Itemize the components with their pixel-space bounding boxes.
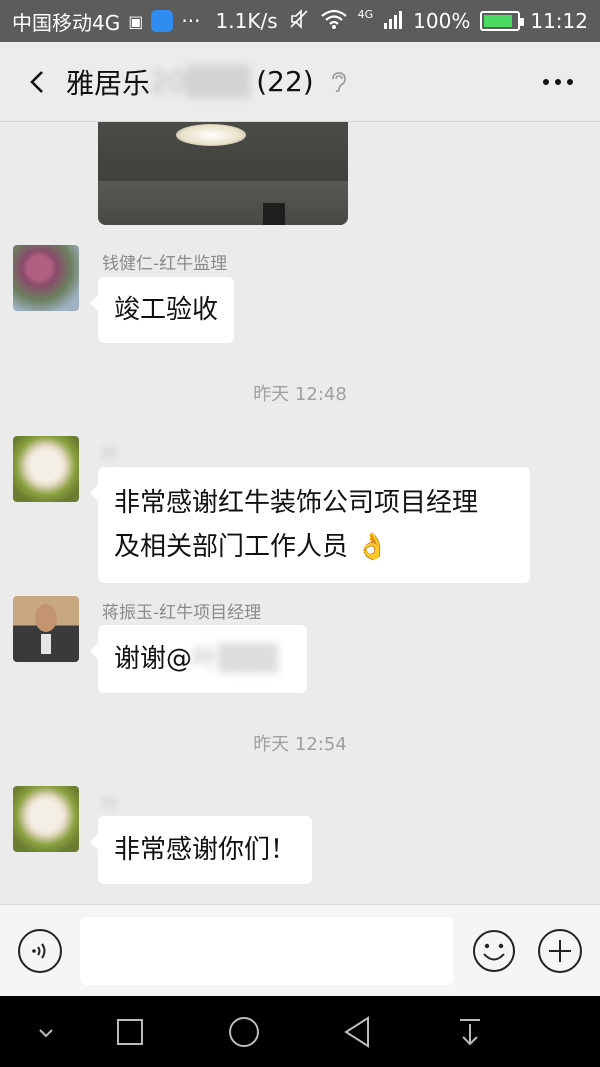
system-nav-bar <box>0 996 600 1067</box>
chat-header: 雅居乐 20▒▒▒ (22) <box>0 42 600 122</box>
signal-icon <box>383 9 403 34</box>
avatar[interactable] <box>13 436 79 502</box>
message-line: 非常感谢红牛装饰公司项目经理 <box>114 488 479 518</box>
image-message[interactable] <box>98 122 348 225</box>
message-bubble[interactable]: 非常感谢红牛装饰公司项目经理 及相关部门工作人员 👌 <box>90 467 530 583</box>
clock-time: 11:12 <box>530 9 588 33</box>
member-count: (22) <box>256 65 314 98</box>
message-bubble[interactable]: 非常感谢你们！ <box>89 816 313 884</box>
plus-icon[interactable] <box>538 929 582 973</box>
message-bubble[interactable]: 竣工验收 <box>89 277 235 343</box>
network-type-label: 4G <box>357 7 374 21</box>
chat-messages: 钱健仁-红牛监理 竣工验收 昨天 12:48 叶 非常感谢红牛装饰公司项目经理 … <box>0 122 600 904</box>
battery-icon <box>480 11 525 31</box>
chevron-down-icon[interactable] <box>28 1014 64 1050</box>
chat-title: 雅居乐 <box>66 66 151 100</box>
mute-icon <box>288 8 310 35</box>
ear-icon <box>331 71 346 92</box>
photo-door <box>263 203 285 225</box>
chat-title-blurred: 20▒▒▒ <box>150 65 251 98</box>
more-icon[interactable] <box>534 62 582 102</box>
pull-down-icon[interactable] <box>452 1014 488 1050</box>
more-notifications-icon: ··· <box>181 9 201 33</box>
avatar[interactable] <box>13 245 79 311</box>
ok-hand-emoji-icon: 👌 <box>356 532 389 562</box>
message-bubble[interactable]: 谢谢@叶▒▒▒ <box>90 625 307 693</box>
sender-name: 叶 <box>102 445 119 465</box>
input-bar <box>0 904 600 996</box>
avatar[interactable] <box>13 596 79 662</box>
message-input[interactable] <box>80 917 453 985</box>
sender-name: 钱健仁-红牛监理 <box>102 254 228 274</box>
time-divider: 昨天 12:54 <box>253 734 347 755</box>
circle-icon[interactable] <box>226 1014 262 1050</box>
network-speed: 1.1K/s <box>215 9 278 33</box>
message-line: 及相关部门工作人员 👌 <box>114 532 389 562</box>
back-arrow-icon[interactable] <box>18 62 58 102</box>
avatar[interactable] <box>13 786 79 852</box>
sender-name: 蒋振玉-红牛项目经理 <box>102 603 262 623</box>
square-icon[interactable] <box>112 1014 148 1050</box>
sender-name: 叶 <box>102 795 119 815</box>
app-notification-icon <box>151 10 174 32</box>
triangle-icon[interactable] <box>340 1014 376 1050</box>
battery-percent: 100% <box>413 9 471 33</box>
status-bar: 中国移动4G ▣ ··· 1.1K/s 4G 100% 11:12 <box>0 0 600 42</box>
carrier-label: 中国移动4G <box>12 10 121 35</box>
voice-icon[interactable] <box>18 929 62 973</box>
emoji-icon[interactable] <box>472 929 516 973</box>
sim-icon: ▣ <box>128 11 144 31</box>
ceiling-lamp-photo <box>176 124 246 146</box>
wifi-icon <box>320 8 348 35</box>
photo-wall <box>98 181 348 225</box>
time-divider: 昨天 12:48 <box>253 384 347 405</box>
